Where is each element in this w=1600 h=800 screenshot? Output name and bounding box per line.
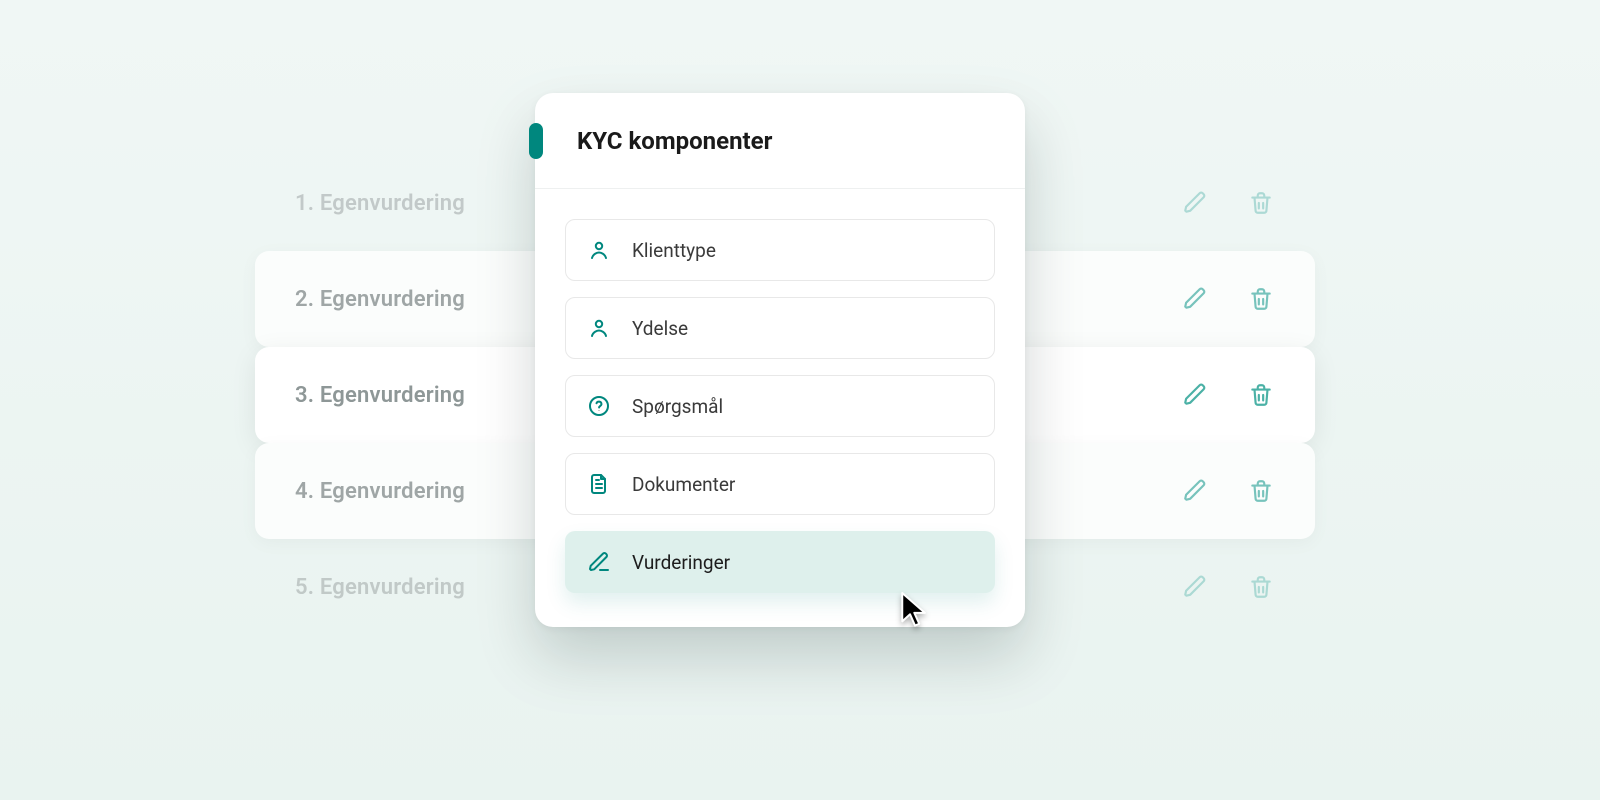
- trash-icon[interactable]: [1247, 573, 1275, 601]
- header-accent: [529, 123, 543, 159]
- assessment-label: 3. Egenvurdering: [295, 383, 465, 408]
- trash-icon[interactable]: [1247, 189, 1275, 217]
- help-icon: [586, 393, 612, 419]
- option-label: Vurderinger: [632, 551, 730, 574]
- assessment-label: 4. Egenvurdering: [295, 479, 465, 504]
- option-vurderinger[interactable]: Vurderinger: [565, 531, 995, 593]
- option-label: Ydelse: [632, 317, 688, 340]
- edit-icon: [586, 549, 612, 575]
- trash-icon[interactable]: [1247, 381, 1275, 409]
- option-dokumenter[interactable]: Dokumenter: [565, 453, 995, 515]
- row-actions: [1181, 189, 1275, 217]
- edit-icon[interactable]: [1181, 189, 1209, 217]
- kyc-components-panel: KYC komponenter Klienttype Ydelse Spørgs…: [535, 93, 1025, 627]
- trash-icon[interactable]: [1247, 285, 1275, 313]
- option-label: Dokumenter: [632, 473, 735, 496]
- person-icon: [586, 237, 612, 263]
- option-sporgsmal[interactable]: Spørgsmål: [565, 375, 995, 437]
- document-icon: [586, 471, 612, 497]
- person-icon: [586, 315, 612, 341]
- edit-icon[interactable]: [1181, 285, 1209, 313]
- edit-icon[interactable]: [1181, 477, 1209, 505]
- assessment-label: 1. Egenvurdering: [295, 191, 465, 216]
- option-ydelse[interactable]: Ydelse: [565, 297, 995, 359]
- edit-icon[interactable]: [1181, 381, 1209, 409]
- option-klienttype[interactable]: Klienttype: [565, 219, 995, 281]
- trash-icon[interactable]: [1247, 477, 1275, 505]
- panel-header: KYC komponenter: [535, 93, 1025, 189]
- row-actions: [1181, 381, 1275, 409]
- row-actions: [1181, 573, 1275, 601]
- panel-body: Klienttype Ydelse Spørgsmål Dokumenter V…: [535, 189, 1025, 627]
- assessment-label: 2. Egenvurdering: [295, 287, 465, 312]
- row-actions: [1181, 285, 1275, 313]
- edit-icon[interactable]: [1181, 573, 1209, 601]
- row-actions: [1181, 477, 1275, 505]
- option-label: Spørgsmål: [632, 395, 723, 418]
- assessment-label: 5. Egenvurdering: [295, 575, 465, 600]
- panel-title: KYC komponenter: [577, 127, 772, 155]
- option-label: Klienttype: [632, 239, 716, 262]
